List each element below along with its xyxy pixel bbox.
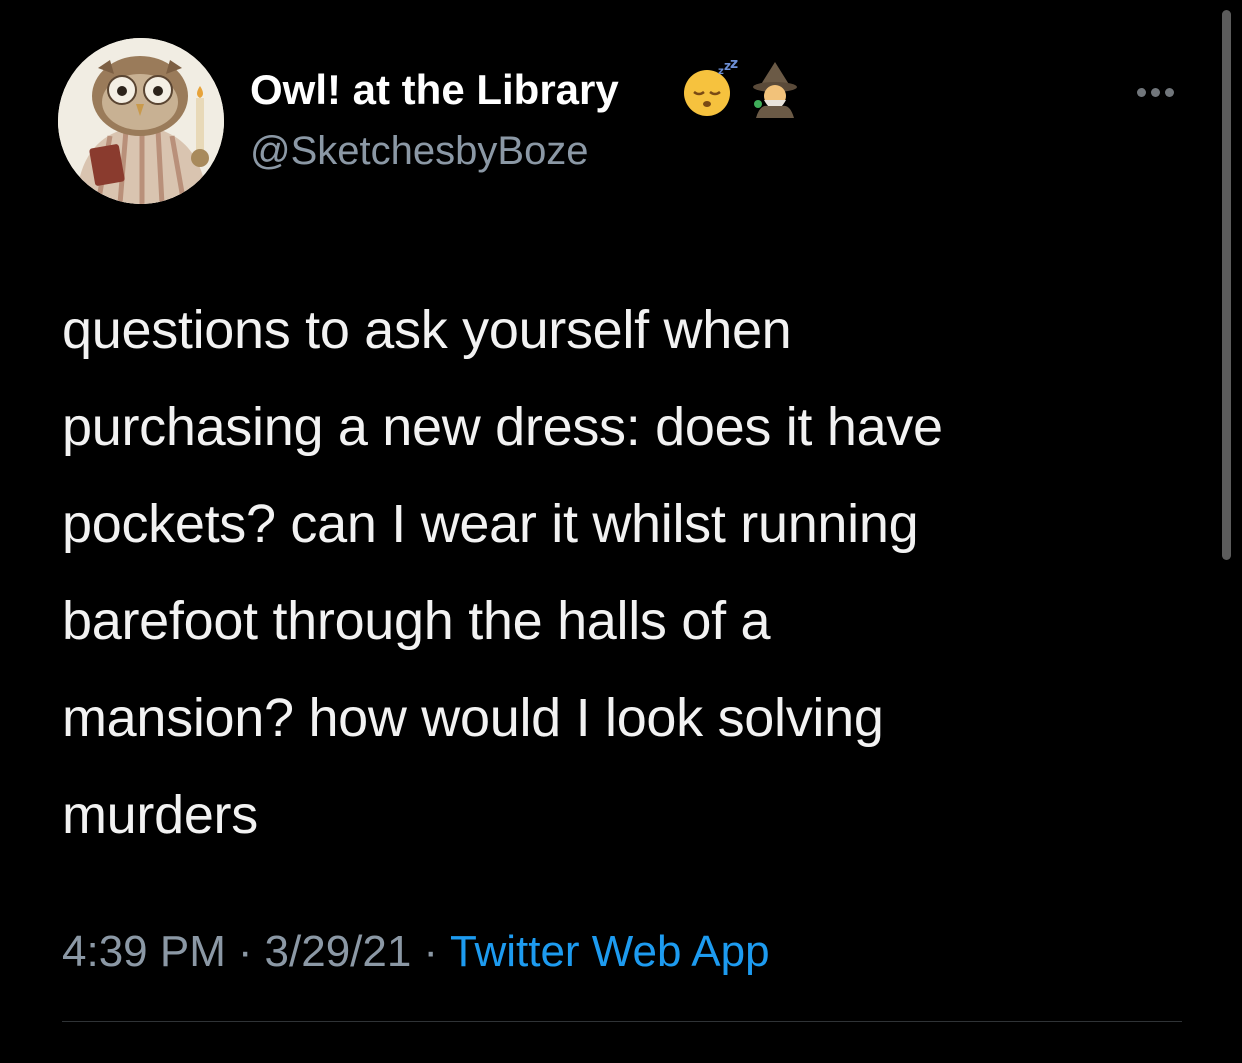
tweet: Owl! at the Library z z z @SketchesbyBoz… <box>0 0 1242 1063</box>
svg-text:z: z <box>730 60 738 72</box>
tweet-time[interactable]: 4:39 PM <box>62 927 226 976</box>
meta-separator: · <box>423 927 438 976</box>
tweet-text-line: pockets? can I wear it whilst running <box>62 494 919 554</box>
author-name[interactable]: Owl! at the Library <box>250 64 619 116</box>
more-options-button[interactable] <box>1125 72 1185 112</box>
tweet-text-line: barefoot through the halls of a <box>62 591 771 651</box>
tweet-date[interactable]: 3/29/21 <box>265 927 412 976</box>
tweet-text-line: murders <box>62 785 258 845</box>
more-dot-icon <box>1164 87 1174 97</box>
mage-icon <box>753 62 797 118</box>
tweet-text: questions to ask yourself when purchasin… <box>62 282 1182 864</box>
owl-avatar-icon <box>58 38 224 204</box>
more-dot-icon <box>1150 87 1160 97</box>
tweet-text-line: purchasing a new dress: does it have <box>62 397 943 457</box>
sleeping-face-icon: z z z <box>684 60 738 116</box>
scrollbar[interactable] <box>1222 10 1231 560</box>
meta-separator: · <box>237 927 253 976</box>
tweet-source-link[interactable]: Twitter Web App <box>450 927 770 976</box>
tweet-meta: 4:39 PM · 3/29/21 · Twitter Web App <box>62 924 770 980</box>
more-dot-icon <box>1136 87 1146 97</box>
avatar[interactable] <box>58 38 224 204</box>
tweet-text-line: mansion? how would I look solving <box>62 688 884 748</box>
divider <box>62 1021 1182 1022</box>
author-handle[interactable]: @SketchesbyBoze <box>250 127 589 175</box>
tweet-text-line: questions to ask yourself when <box>62 300 792 360</box>
